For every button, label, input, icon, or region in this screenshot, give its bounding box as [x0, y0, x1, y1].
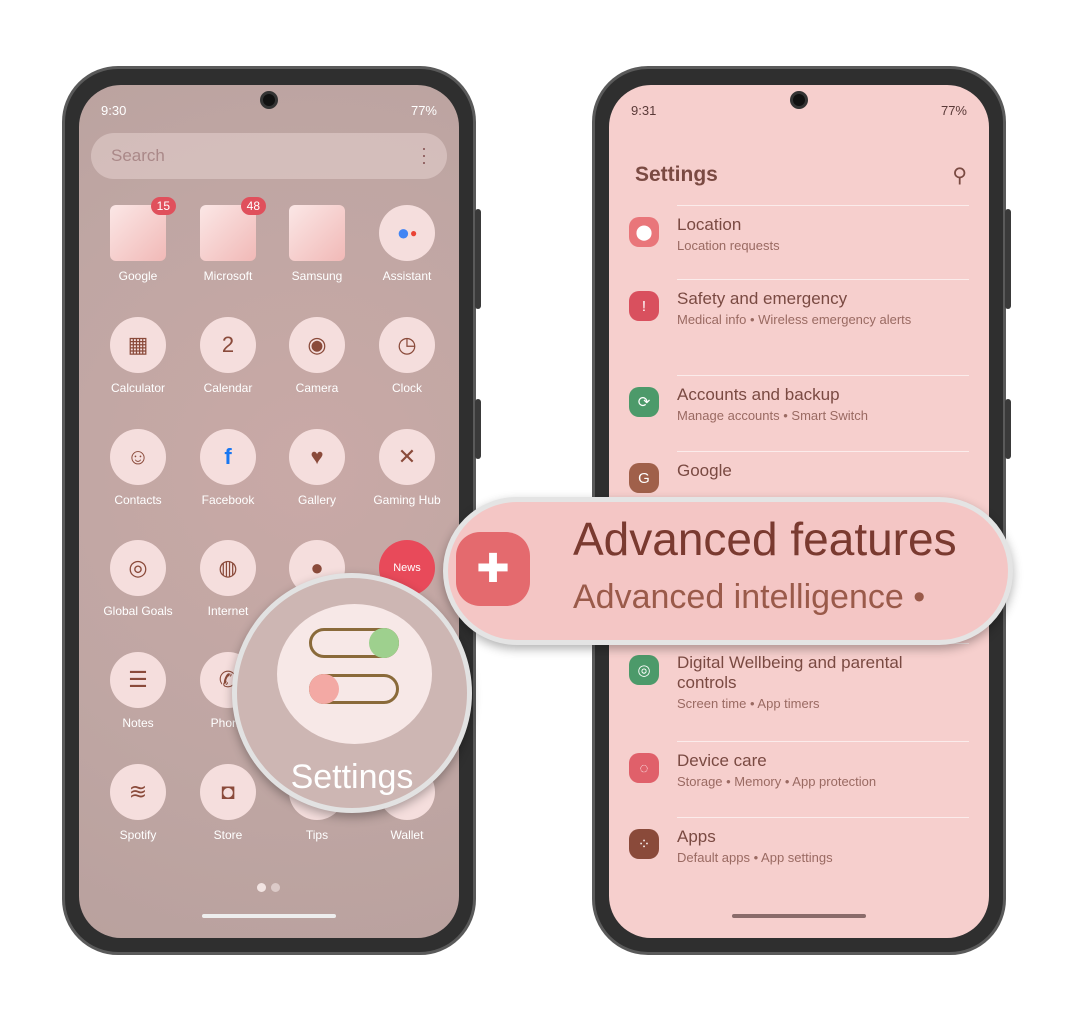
status-bar: 9:31 77%: [631, 103, 967, 118]
google-icon: G: [629, 463, 659, 493]
gaming-hub-icon: ✕: [379, 429, 435, 485]
divider: [677, 205, 969, 206]
app-label: Notes: [122, 716, 154, 730]
app-label: Calculator: [110, 381, 166, 395]
app-label: Contacts: [114, 493, 162, 507]
notes-icon: ☰: [110, 652, 166, 708]
calendar-icon: 2: [200, 317, 256, 373]
status-bar: 9:30 77%: [101, 103, 437, 118]
settings-label: Settings: [290, 758, 414, 796]
advanced-features-callout[interactable]: ✚ Advanced features Advanced intelligenc…: [443, 497, 1013, 645]
camera-icon: ◉: [289, 317, 345, 373]
app-assistant[interactable]: ● ● Assistant: [362, 205, 452, 283]
search-bar[interactable]: Search · · ·: [91, 133, 447, 179]
app-label: Gaming Hub: [373, 493, 441, 507]
spotify-icon: ≋: [110, 764, 166, 820]
settings-item-device[interactable]: ◌ Device care Storage • Memory • App prote…: [629, 751, 975, 789]
app-global-goals[interactable]: ◎ Global Goals: [93, 540, 183, 618]
battery-indicator: 77%: [940, 103, 967, 118]
home-bar[interactable]: [732, 914, 866, 918]
advanced-features-icon: ✚: [456, 532, 530, 606]
app-calculator[interactable]: ▦ Calculator: [93, 317, 183, 395]
app-facebook[interactable]: f Facebook: [183, 429, 273, 507]
location-icon: ⬤: [629, 217, 659, 247]
digital-icon: ◎: [629, 655, 659, 685]
settings-item-apps[interactable]: ⁘ Apps Default apps • App settings: [629, 827, 975, 865]
settings-item-safety[interactable]: ! Safety and emergency Medical info • Wire…: [629, 289, 975, 327]
facebook-icon: f: [200, 429, 256, 485]
app-label: Microsoft: [203, 269, 253, 283]
search-icon[interactable]: ⚲: [952, 163, 967, 188]
home-bar[interactable]: [202, 914, 336, 918]
settings-item-google[interactable]: G Google: [629, 461, 975, 493]
accounts-icon: ⟳: [629, 387, 659, 417]
app-label: Samsung: [291, 269, 343, 283]
app-camera[interactable]: ◉ Camera: [272, 317, 362, 395]
gallery-icon: ♥: [289, 429, 345, 485]
settings-icon[interactable]: [277, 604, 432, 744]
app-label: Wallet: [390, 828, 424, 842]
assistant-icon: ● ●: [379, 205, 435, 261]
settings-item-location[interactable]: ⬤ Location Location requests: [629, 215, 975, 253]
app-label: Clock: [391, 381, 422, 395]
app-spotify[interactable]: ≋ Spotify: [93, 764, 183, 842]
divider: [677, 375, 969, 376]
calculator-icon: ▦: [110, 317, 166, 373]
app-gallery[interactable]: ♥ Gallery: [272, 429, 362, 507]
folder-icon: 15: [110, 197, 176, 261]
app-calendar[interactable]: 2 Calendar: [183, 317, 273, 395]
page-indicator[interactable]: [257, 883, 280, 892]
divider: [677, 451, 969, 452]
folder-icon: 48: [200, 197, 266, 261]
app-microsoft[interactable]: 48 Microsoft: [183, 197, 273, 283]
clock-icon: ◷: [379, 317, 435, 373]
safety-icon: !: [629, 291, 659, 321]
app-google[interactable]: 15 Google: [93, 197, 183, 283]
notification-badge: 15: [150, 197, 176, 215]
app-label: Spotify: [119, 828, 157, 842]
app-notes[interactable]: ☰ Notes: [93, 652, 183, 730]
app-label: Calendar: [203, 381, 253, 395]
home-screen: 9:30 77% Search · · · 15 Google 48 Microsoft Sam…: [79, 85, 459, 938]
app-label: Global Goals: [103, 604, 173, 618]
apps-icon: ⁘: [629, 829, 659, 859]
divider: [677, 741, 969, 742]
app-label: Assistant: [382, 269, 432, 283]
app-label: Store: [213, 828, 243, 842]
app-gaming-hub[interactable]: ✕ Gaming Hub: [362, 429, 452, 507]
app-label: Tips: [305, 828, 329, 842]
settings-item-digital[interactable]: ◎ Digital Wellbeing and parental controls…: [629, 653, 975, 711]
app-contacts[interactable]: ☺ Contacts: [93, 429, 183, 507]
app-samsung[interactable]: Samsung: [272, 205, 362, 283]
settings-item-accounts[interactable]: ⟳ Accounts and backup Manage accounts • Sm…: [629, 385, 975, 423]
app-label: Camera: [295, 381, 339, 395]
app-label: Facebook: [201, 493, 255, 507]
contacts-icon: ☺: [110, 429, 166, 485]
device-icon: ◌: [629, 753, 659, 783]
left-phone: 9:30 77% Search · · · 15 Google 48 Microsoft Sam…: [62, 66, 481, 955]
divider: [677, 279, 969, 280]
page-title: Settings: [635, 163, 718, 186]
folder-icon: [289, 205, 345, 261]
app-label: Gallery: [297, 493, 336, 507]
settings-magnifier: Settings: [232, 573, 472, 813]
divider: [677, 817, 969, 818]
battery-indicator: 77%: [410, 103, 437, 118]
app-label: Google: [118, 269, 158, 283]
notification-badge: 48: [240, 197, 266, 215]
global-goals-icon: ◎: [110, 540, 166, 596]
app-internet[interactable]: ◍ Internet: [183, 540, 273, 618]
app-clock[interactable]: ◷ Clock: [362, 317, 452, 395]
internet-icon: ◍: [200, 540, 256, 596]
more-options-icon[interactable]: · · ·: [421, 139, 427, 171]
